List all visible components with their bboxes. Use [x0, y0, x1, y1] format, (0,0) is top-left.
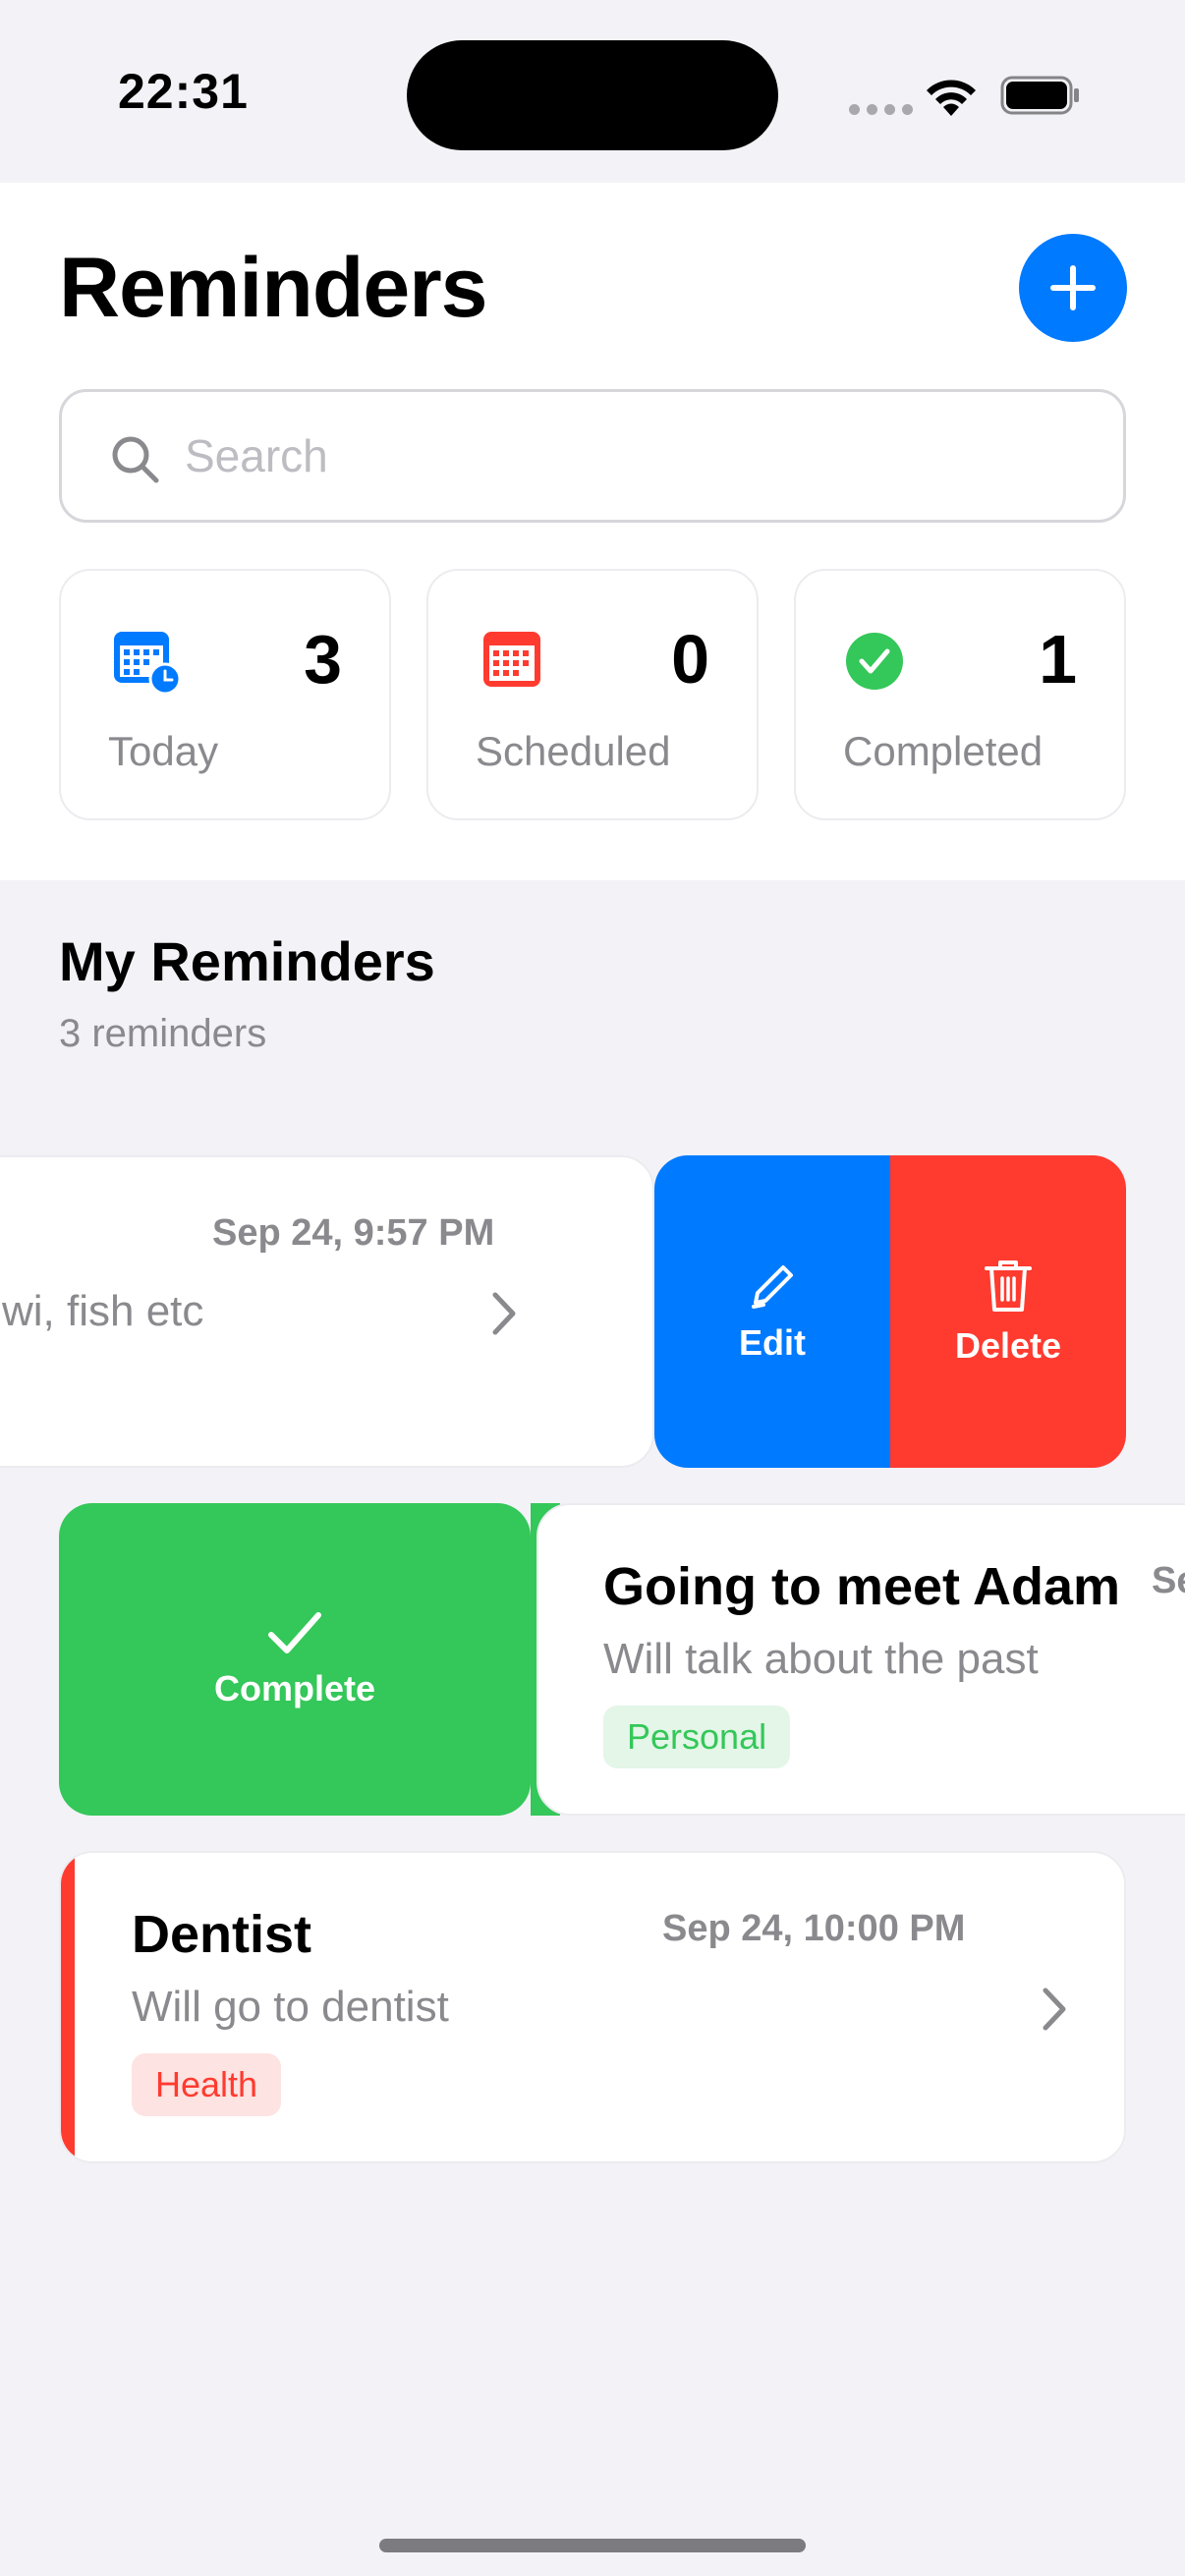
reminder-date: Se — [1152, 1560, 1185, 1601]
category-tag: Health — [132, 2053, 282, 2116]
delete-button[interactable]: Delete — [890, 1155, 1126, 1468]
trash-icon — [985, 1260, 1032, 1312]
delete-label: Delete — [954, 1325, 1062, 1366]
search-icon — [112, 436, 159, 483]
checkmark-circle-icon — [846, 633, 903, 690]
reminder-card[interactable]: Going to meet Adam Se Will talk about th… — [536, 1503, 1185, 1816]
checkmark-icon — [268, 1612, 321, 1653]
edit-label: Edit — [739, 1322, 806, 1363]
stat-card-scheduled[interactable]: 0 Scheduled — [426, 569, 759, 820]
reminder-description: wi, fish etc — [2, 1287, 204, 1335]
add-reminder-button[interactable] — [1019, 234, 1127, 342]
stat-label: Scheduled — [476, 728, 671, 774]
cellular-signal-icon — [849, 104, 913, 115]
search-bar[interactable] — [59, 389, 1126, 523]
home-indicator[interactable] — [379, 2539, 806, 2552]
status-time: 22:31 — [118, 64, 249, 119]
section-title: My Reminders — [59, 930, 435, 992]
complete-label: Complete — [213, 1668, 376, 1708]
reminder-description: Will go to dentist — [132, 1983, 449, 2031]
section-subtitle: 3 reminders — [59, 1012, 267, 1055]
stat-count: 3 — [304, 621, 342, 698]
wifi-icon — [927, 80, 976, 116]
reminder-description: Will talk about the past — [603, 1635, 1039, 1683]
calendar-icon — [483, 632, 540, 687]
header: Reminders 3 Today — [0, 183, 1185, 880]
reminder-title: Going to meet Adam — [603, 1557, 1121, 1616]
stat-card-today[interactable]: 3 Today — [59, 569, 391, 820]
pencil-icon — [752, 1265, 793, 1309]
reminder-date: Sep 24, 10:00 PM — [662, 1908, 966, 1949]
search-input[interactable] — [185, 392, 1069, 520]
calendar-clock-icon — [114, 632, 181, 695]
dynamic-island — [407, 40, 778, 150]
page-title: Reminders — [59, 241, 487, 335]
chevron-right-icon — [492, 1292, 516, 1335]
stat-label: Completed — [843, 728, 1044, 774]
stat-card-completed[interactable]: 1 Completed — [794, 569, 1126, 820]
edit-button[interactable]: Edit — [654, 1155, 890, 1468]
stat-count: 0 — [671, 621, 709, 698]
reminder-date: Sep 24, 9:57 PM — [212, 1212, 495, 1254]
complete-button[interactable]: Complete — [59, 1503, 531, 1816]
reminder-accent-bar — [61, 1853, 75, 2161]
category-tag: Personal — [603, 1706, 791, 1768]
status-bar: 22:31 — [0, 0, 1185, 183]
stat-label: Today — [108, 728, 219, 774]
reminder-card[interactable]: Sep 24, 9:57 PM wi, fish etc — [0, 1155, 654, 1468]
reminder-title: Dentist — [132, 1905, 312, 1964]
battery-icon — [1000, 76, 1079, 115]
reminder-card[interactable]: Dentist Sep 24, 10:00 PM Will go to dent… — [59, 1851, 1126, 2163]
plus-icon — [1050, 265, 1096, 310]
chevron-right-icon — [1043, 1988, 1066, 2031]
stat-count: 1 — [1039, 621, 1077, 698]
